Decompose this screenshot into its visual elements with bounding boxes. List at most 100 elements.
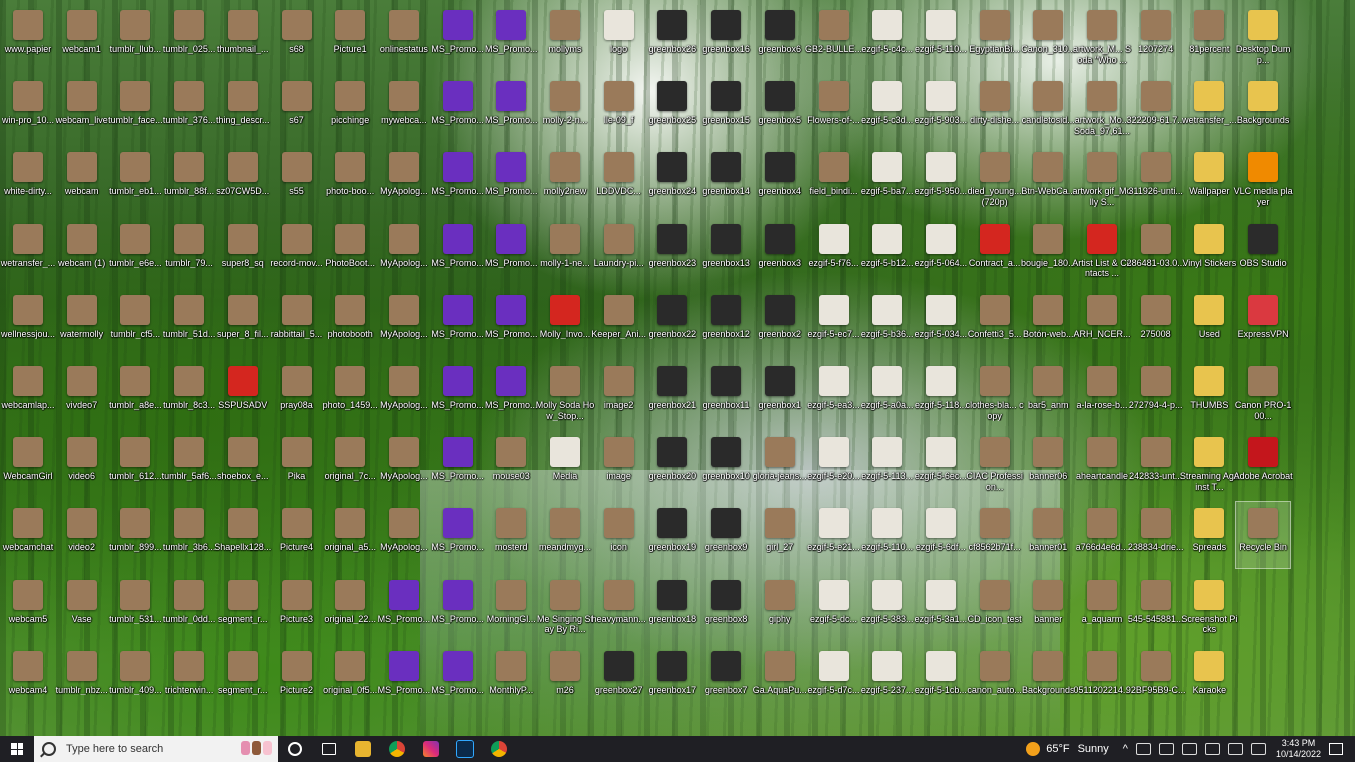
- desktop-icon-webcamgirl[interactable]: WebcamGirl: [1, 431, 55, 497]
- desktop-icon-greenbox16[interactable]: greenbox16: [699, 4, 753, 70]
- desktop-icon-wallpaper[interactable]: Wallpaper: [1182, 146, 1236, 212]
- desktop-icon-s68[interactable]: s68: [270, 4, 324, 70]
- desktop-icon-vivdeo7[interactable]: vivdeo7: [55, 360, 109, 426]
- desktop-icon-lle-09-f[interactable]: lle-09_f: [592, 75, 646, 141]
- desktop-icon-ezgif-5-a0a[interactable]: ezgif-5-a0a...: [860, 360, 914, 426]
- desktop-icon-m26[interactable]: m26: [538, 645, 592, 711]
- notification-center-icon[interactable]: [1329, 743, 1343, 755]
- weather-condition[interactable]: Sunny: [1078, 743, 1109, 755]
- desktop-icon-bar5-anm[interactable]: bar5_anm: [1021, 360, 1075, 426]
- desktop-icon-gb2-bulle[interactable]: GB2-BULLE...: [805, 4, 862, 70]
- desktop-icon-confetti3-5[interactable]: Confetti3_5...: [968, 289, 1022, 355]
- desktop-icon-me-singing-stay-by-ri[interactable]: Me Singing Stay By Ri...: [537, 574, 593, 640]
- desktop-icon-webcam-live[interactable]: webcam_live: [55, 75, 109, 141]
- desktop-icon-dirty-dishe[interactable]: dirty-dishe...: [968, 75, 1022, 141]
- desktop-icon-media[interactable]: Media: [538, 431, 592, 497]
- desktop-icon-desktop-dump[interactable]: Desktop Dump...: [1236, 4, 1290, 70]
- desktop-icon-pray08a[interactable]: pray08a: [270, 360, 324, 426]
- desktop-icon-myapolog[interactable]: MyApolog...: [377, 218, 431, 284]
- desktop-icon-greenbox25[interactable]: greenbox25: [645, 75, 699, 141]
- desktop-icon-image2[interactable]: image2: [592, 360, 646, 426]
- desktop-icon-contract-a[interactable]: Contract_a...: [968, 218, 1022, 284]
- desktop-icon-ms-promo[interactable]: MS_Promo...: [431, 75, 485, 141]
- desktop-icon-ezgif-5-f76[interactable]: ezgif-5-f76...: [807, 218, 861, 284]
- desktop-icon-original-7c[interactable]: original_7c...: [323, 431, 377, 497]
- desktop-icon-webcam-1[interactable]: webcam (1): [55, 218, 109, 284]
- desktop-icon-tumblr-612[interactable]: tumblr_612...: [108, 431, 162, 497]
- desktop-icon-webcamlap[interactable]: webcamlap...: [1, 360, 55, 426]
- desktop-icon-ms-promo[interactable]: MS_Promo...: [484, 4, 538, 70]
- desktop-icon-tumblr-cf5[interactable]: tumblr_cf5...: [108, 289, 162, 355]
- desktop-icon-vlc-media-player[interactable]: VLC media player: [1234, 146, 1293, 212]
- desktop-icon-meandmyg[interactable]: meandmyg...: [538, 502, 592, 568]
- keyboard-icon[interactable]: [1250, 743, 1266, 755]
- desktop-icon-mouse03[interactable]: mouse03: [484, 431, 538, 497]
- desktop-icon-greenbox11[interactable]: greenbox11: [699, 360, 753, 426]
- desktop-icon-greenbox7[interactable]: greenbox7: [699, 645, 753, 711]
- desktop-icon-adobe-acrobat[interactable]: Adobe Acrobat: [1234, 431, 1293, 497]
- desktop-icon-thumbnail[interactable]: thumbnail_...: [216, 4, 270, 70]
- desktop-icon-backgrounds[interactable]: Backgrounds: [1021, 645, 1075, 711]
- desktop-icon-greenbox6[interactable]: greenbox6: [753, 4, 807, 70]
- desktop-icon-webcam5[interactable]: webcam5: [1, 574, 55, 640]
- desktop-icon-flowers-of[interactable]: Flowers-of-...: [807, 75, 861, 141]
- desktop-icon-greenbox21[interactable]: greenbox21: [645, 360, 699, 426]
- desktop-icon-clothes-bla-copy[interactable]: clothes-bla... copy: [966, 360, 1024, 426]
- wifi-icon[interactable]: [1204, 743, 1220, 755]
- desktop-icon-image[interactable]: image: [592, 431, 646, 497]
- desktop-icon-tumblr-face[interactable]: tumblr_face...: [108, 75, 163, 141]
- desktop-icon-ms-promo[interactable]: MS_Promo...: [484, 360, 538, 426]
- desktop-icon-greenbox22[interactable]: greenbox22: [645, 289, 699, 355]
- desktop-icon-tumblr-a8e[interactable]: tumblr_a8e...: [108, 360, 162, 426]
- desktop-icon-ezgif-5-950[interactable]: ezgif-5-950...: [914, 146, 968, 212]
- desktop-icon-tumblr-llub[interactable]: tumblr_llub...: [108, 4, 162, 70]
- desktop-icon-photo-1459[interactable]: photo_1459...: [323, 360, 378, 426]
- desktop-icon-recycle-bin[interactable]: Recycle Bin: [1235, 501, 1292, 570]
- desktop-icon-greenbox13[interactable]: greenbox13: [699, 218, 753, 284]
- desktop-icon-ezgif-5-113[interactable]: ezgif-5-113...: [860, 431, 914, 497]
- desktop-icon-ezgif-5-237[interactable]: ezgif-5-237...: [860, 645, 914, 711]
- desktop-icon-super-8-fil[interactable]: super_8_fil...: [216, 289, 270, 355]
- desktop-icon-shapellx128[interactable]: Shapellx128...: [214, 502, 271, 568]
- desktop-icon-greenbox1[interactable]: greenbox1: [753, 360, 807, 426]
- desktop-icon-video6[interactable]: video6: [55, 431, 109, 497]
- weather-sun-icon[interactable]: [1026, 742, 1041, 756]
- chrome-profile-button[interactable]: [482, 736, 516, 762]
- desktop-icon-ezgif-5-b36[interactable]: ezgif-5-b36...: [860, 289, 914, 355]
- desktop-icon-greenbox2[interactable]: greenbox2: [753, 289, 807, 355]
- desktop-icon-myapolog[interactable]: MyApolog...: [377, 431, 431, 497]
- desktop-icon-ms-promo[interactable]: MS_Promo...: [431, 360, 485, 426]
- desktop-icon-ezgif-5-064[interactable]: ezgif-5-064...: [914, 218, 968, 284]
- desktop-icon-gloria-jeans[interactable]: gloria-jeans...: [753, 431, 807, 497]
- desktop-icon-ezgif-5-b12[interactable]: ezgif-5-b12...: [860, 218, 914, 284]
- desktop-icon-vinyl-stickers[interactable]: Vinyl Stickers: [1182, 218, 1236, 284]
- desktop-icon-ezgif-5-e21[interactable]: ezgif-5-e21...: [807, 502, 861, 568]
- desktop-icon-molly2new[interactable]: molly2new: [538, 146, 592, 212]
- desktop-icon-super8-sq[interactable]: super8_sq: [216, 218, 270, 284]
- desktop-icon-ms-promo[interactable]: MS_Promo...: [431, 431, 485, 497]
- desktop-icon-original-22[interactable]: original_22...: [323, 574, 377, 640]
- desktop-icon-wetransfer[interactable]: wetransfer_...: [1182, 75, 1237, 141]
- desktop-icon-greenbox14[interactable]: greenbox14: [699, 146, 753, 212]
- desktop-icon-greenbox19[interactable]: greenbox19: [645, 502, 699, 568]
- desktop-icon-a-la-rose-b[interactable]: a-la-rose-b...: [1075, 360, 1129, 426]
- desktop-icon-morninggl[interactable]: MorningGl...: [484, 574, 538, 640]
- desktop-icon-bot-n-web[interactable]: Botón-web...: [1021, 289, 1075, 355]
- desktop-icon-field-bindi[interactable]: field_bindi...: [807, 146, 861, 212]
- desktop-icon-0511202214[interactable]: 0511202214...: [1074, 645, 1130, 711]
- desktop-icon-wellnessjou[interactable]: wellnessjou...: [1, 289, 55, 355]
- desktop-icon-myapolog[interactable]: MyApolog...: [377, 502, 431, 568]
- start-button[interactable]: [0, 736, 34, 762]
- desktop-icon-vase[interactable]: Vase: [55, 574, 109, 640]
- desktop-icon-a766d4e6d[interactable]: a766d4e6d...: [1075, 502, 1129, 568]
- desktop-icon-webcam4[interactable]: webcam4: [1, 645, 55, 711]
- desktop-icon-tumblr-899[interactable]: tumblr_899...: [108, 502, 162, 568]
- desktop-icon-ms-promo[interactable]: MS_Promo...: [431, 146, 485, 212]
- desktop-icon-banner[interactable]: banner: [1021, 574, 1075, 640]
- desktop-icon-ms-promo[interactable]: MS_Promo...: [484, 75, 538, 141]
- desktop-icon-a-aquarm[interactable]: a_aquarm: [1075, 574, 1129, 640]
- battery-icon[interactable]: [1158, 743, 1174, 755]
- desktop-icon-ms-promo[interactable]: MS_Promo...: [431, 502, 485, 568]
- desktop-icon-ezgif-5-110[interactable]: ezgif-5-110...: [914, 4, 968, 70]
- desktop-icon-canon-310[interactable]: Canon_310...: [1021, 4, 1075, 70]
